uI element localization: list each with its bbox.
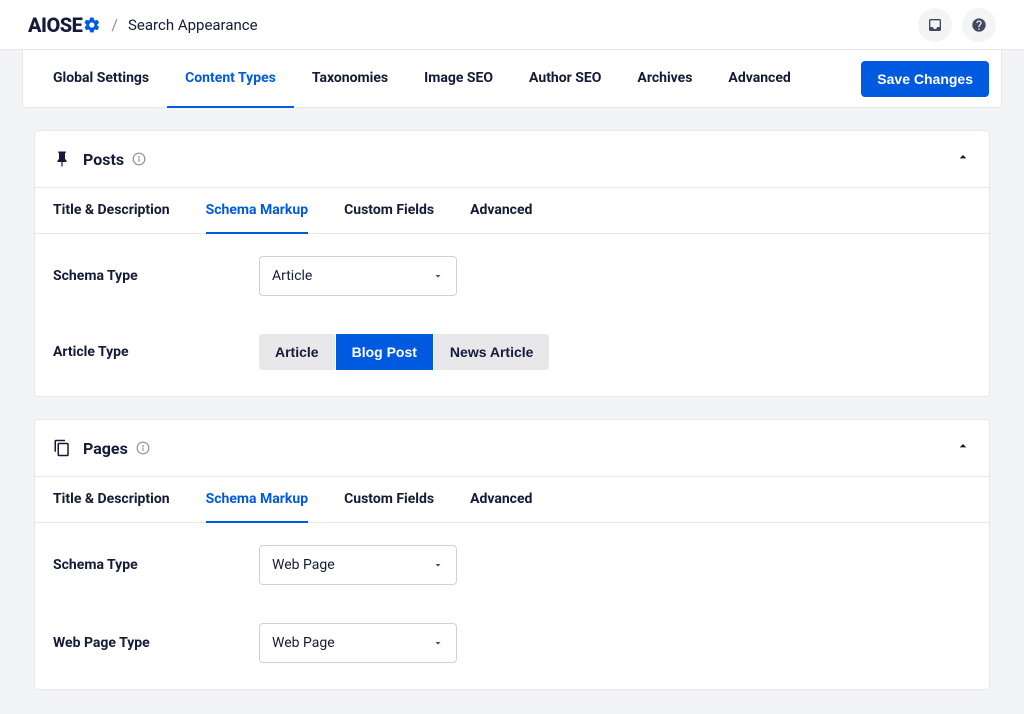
pages-schema-type-select[interactable]: Web Page [259,545,457,585]
tab-taxonomies[interactable]: Taxonomies [294,50,406,108]
pages-schema-type-label: Schema Type [53,557,259,573]
pages-schema-type-value: Web Page [272,557,335,573]
main-tabbar: Global Settings Content Types Taxonomies… [22,50,1002,108]
posts-subtab-custom-fields[interactable]: Custom Fields [344,188,434,234]
tab-advanced[interactable]: Advanced [710,50,808,108]
panel-pages-title: Pages [83,439,128,458]
tab-content-types[interactable]: Content Types [167,50,294,108]
article-type-article[interactable]: Article [259,334,335,370]
inbox-button[interactable] [918,8,952,42]
tab-global-settings[interactable]: Global Settings [35,50,167,108]
tab-author-seo[interactable]: Author SEO [511,50,619,108]
logo: AIOSE [28,13,101,37]
posts-subtabs: Title & Description Schema Markup Custom… [35,187,989,234]
pages-subtab-schema-markup[interactable]: Schema Markup [206,477,308,523]
posts-schema-type-value: Article [272,268,312,284]
posts-subtab-title-description[interactable]: Title & Description [53,188,170,234]
collapse-toggle[interactable] [955,149,971,169]
pages-web-page-type-value: Web Page [272,635,335,651]
gear-icon [83,16,101,34]
article-type-group: Article Blog Post News Article [259,334,549,370]
tab-image-seo[interactable]: Image SEO [406,50,511,108]
posts-schema-type-label: Schema Type [53,268,259,284]
article-type-news-article[interactable]: News Article [434,334,550,370]
breadcrumb-separator: / [111,15,118,34]
pages-icon [53,439,71,457]
info-icon[interactable] [132,152,146,166]
posts-subtab-advanced[interactable]: Advanced [470,188,532,234]
pages-subtab-title-description[interactable]: Title & Description [53,477,170,523]
posts-article-type-label: Article Type [53,344,259,360]
pin-icon [53,150,71,168]
posts-subtab-schema-markup[interactable]: Schema Markup [206,188,308,234]
info-icon[interactable] [136,441,150,455]
panel-pages: Pages Title & Description Schema Markup … [34,419,990,690]
help-button[interactable] [962,8,996,42]
pages-subtab-advanced[interactable]: Advanced [470,477,532,523]
tab-archives[interactable]: Archives [619,50,710,108]
panel-posts-title: Posts [83,150,124,169]
page-title: Search Appearance [128,16,258,34]
save-changes-button[interactable]: Save Changes [861,61,989,97]
pages-subtabs: Title & Description Schema Markup Custom… [35,476,989,523]
panel-posts: Posts Title & Description Schema Markup … [34,130,990,397]
pages-web-page-type-label: Web Page Type [53,635,259,651]
article-type-blog-post[interactable]: Blog Post [336,334,433,370]
collapse-toggle[interactable] [955,438,971,458]
chevron-down-icon [432,637,444,649]
chevron-down-icon [432,270,444,282]
posts-schema-type-select[interactable]: Article [259,256,457,296]
pages-subtab-custom-fields[interactable]: Custom Fields [344,477,434,523]
pages-web-page-type-select[interactable]: Web Page [259,623,457,663]
chevron-down-icon [432,559,444,571]
